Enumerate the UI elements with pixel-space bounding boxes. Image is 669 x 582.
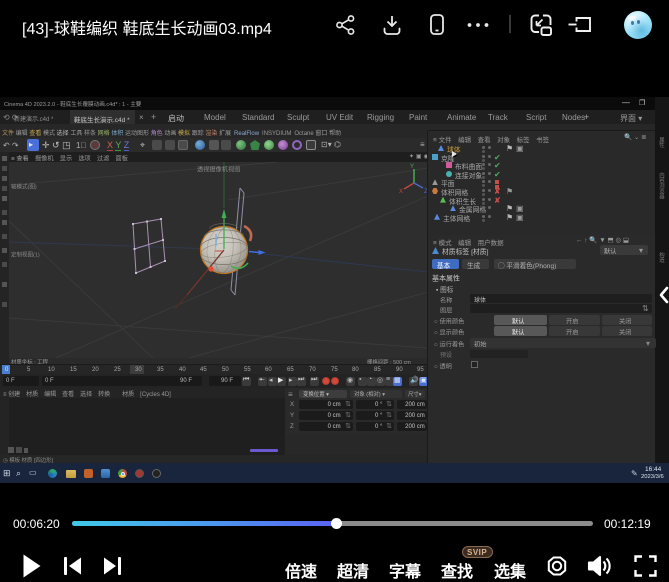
svg-text:Y: Y (410, 164, 414, 170)
svg-text:X: X (399, 189, 403, 195)
